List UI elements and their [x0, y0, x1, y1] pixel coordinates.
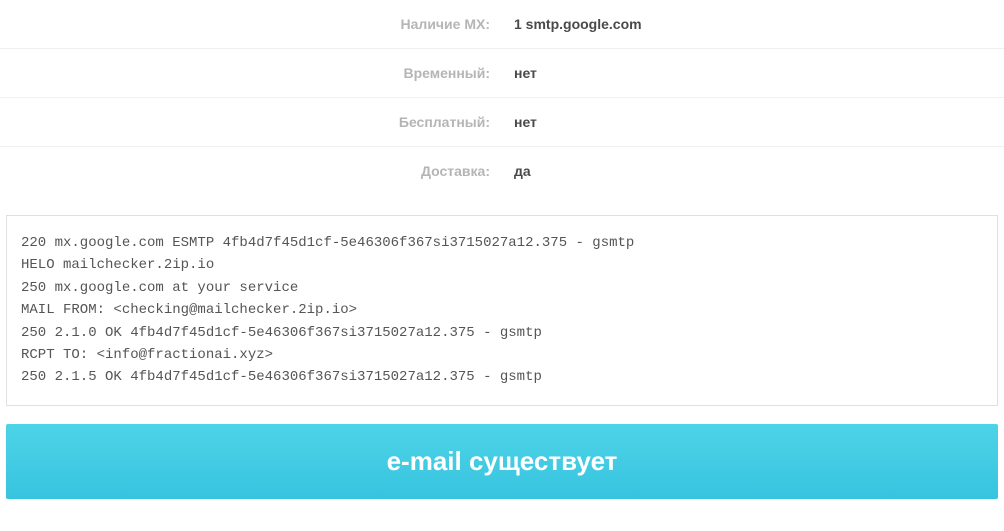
label-delivery: Доставка:	[0, 147, 502, 196]
result-banner: e-mail существует	[6, 424, 998, 499]
value-delivery: да	[502, 147, 1004, 196]
value-free: нет	[502, 98, 1004, 147]
row-mx: Наличие MX: 1 smtp.google.com	[0, 0, 1004, 49]
row-temporary: Временный: нет	[0, 49, 1004, 98]
label-temporary: Временный:	[0, 49, 502, 98]
value-mx: 1 smtp.google.com	[502, 0, 1004, 49]
smtp-log: 220 mx.google.com ESMTP 4fb4d7f45d1cf-5e…	[6, 215, 998, 406]
info-table: Наличие MX: 1 smtp.google.com Временный:…	[0, 0, 1004, 195]
value-temporary: нет	[502, 49, 1004, 98]
row-free: Бесплатный: нет	[0, 98, 1004, 147]
row-delivery: Доставка: да	[0, 147, 1004, 196]
label-free: Бесплатный:	[0, 98, 502, 147]
label-mx: Наличие MX:	[0, 0, 502, 49]
